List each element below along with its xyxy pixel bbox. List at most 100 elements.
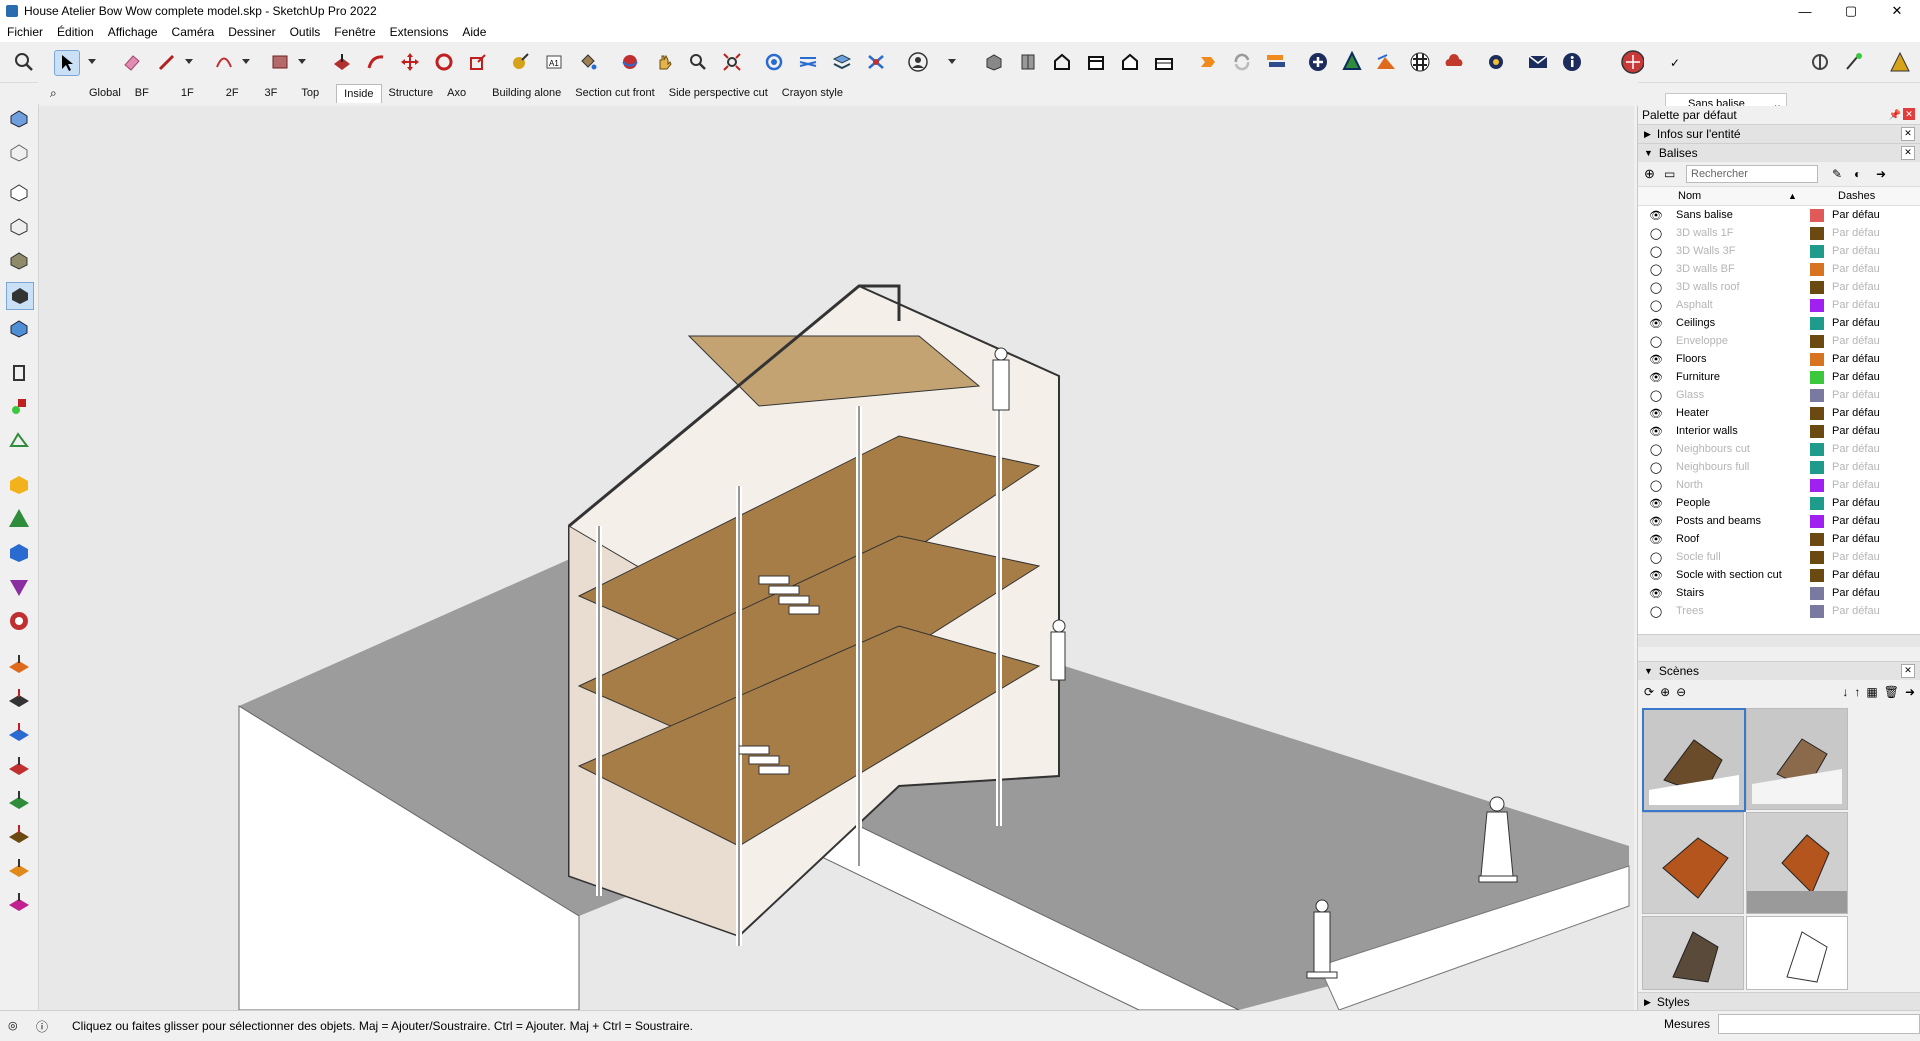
tag-color-swatch[interactable] (1810, 244, 1824, 258)
mail-icon[interactable] (1526, 50, 1550, 74)
tag-dash-style[interactable]: Par défaut (1832, 209, 1880, 221)
pin-icon[interactable]: 📌 (1889, 110, 1901, 121)
drape-icon[interactable] (6, 788, 32, 814)
chevron-down-icon[interactable] (946, 50, 958, 74)
chevron-down-icon[interactable] (296, 50, 308, 74)
col-name[interactable]: Nom (1678, 190, 1788, 202)
solid-trim-icon[interactable] (6, 608, 32, 634)
orbit-icon[interactable] (618, 50, 642, 74)
house-front-icon[interactable] (1050, 50, 1074, 74)
eye-open-icon[interactable]: 👁 (1648, 569, 1664, 582)
tab-search-icon[interactable]: ⌕ (50, 86, 68, 101)
eye-open-icon[interactable]: 👁 (1648, 407, 1664, 420)
tag-row[interactable]: 👁 Stairs Par défaut (1638, 584, 1920, 602)
scene-thumbnail[interactable] (1642, 812, 1744, 914)
entity-info-panel-header[interactable]: ▶ Infos sur l'entité ✕ (1638, 124, 1920, 143)
zoom-icon[interactable] (686, 50, 710, 74)
tag-row[interactable]: 👁 Furniture Par défaut (1638, 368, 1920, 386)
info-icon[interactable] (1560, 50, 1584, 74)
model-viewport[interactable] (39, 106, 1634, 1010)
horizontal-scrollbar[interactable] (1638, 634, 1920, 647)
solar-icon[interactable] (1374, 50, 1398, 74)
move-icon[interactable] (398, 50, 422, 74)
tab-top[interactable]: Top (294, 84, 326, 102)
tag-row[interactable]: 👁 Floors Par défaut (1638, 350, 1920, 368)
tab-2f[interactable]: 2F (219, 84, 246, 102)
maximize-button[interactable]: ▢ (1828, 0, 1874, 22)
close-panel-icon[interactable]: ✕ (1901, 127, 1915, 141)
add-folder-icon[interactable]: ▭ (1664, 167, 1682, 181)
paint-bucket-icon[interactable] (576, 50, 600, 74)
tag-dash-style[interactable]: Par défaut (1832, 263, 1880, 275)
tag-row[interactable]: 👁 Roof Par défaut (1638, 530, 1920, 548)
view-options-icon[interactable]: ▦ (1866, 685, 1877, 699)
hidden-line-icon[interactable] (6, 180, 32, 206)
menu-affichage[interactable]: Affichage (101, 25, 165, 39)
tag-color-swatch[interactable] (1810, 334, 1824, 348)
sandbox-from-contours-icon[interactable] (6, 652, 32, 678)
move-scene-up-icon[interactable]: ↑ (1854, 685, 1860, 699)
add-scene-icon[interactable]: ⊕ (1660, 685, 1670, 699)
tags-panel-header[interactable]: ▼ Balises ✕ (1638, 143, 1920, 162)
tag-dash-style[interactable]: Par défaut (1832, 605, 1880, 617)
tag-dash-style[interactable]: Par défaut (1832, 515, 1880, 527)
tag-dash-style[interactable]: Par défaut (1832, 551, 1880, 563)
component-icon[interactable] (1016, 50, 1040, 74)
tag-color-swatch[interactable] (1810, 586, 1824, 600)
views-iso-icon[interactable] (762, 50, 786, 74)
textured-icon[interactable] (6, 248, 32, 274)
pencil-icon[interactable] (155, 50, 179, 74)
tag-color-swatch[interactable] (1810, 352, 1824, 366)
menu-dessiner[interactable]: Dessiner (221, 25, 282, 39)
tag-row[interactable]: 👁 Heater Par défaut (1638, 404, 1920, 422)
ruby-console-icon[interactable] (1620, 50, 1644, 74)
tag-dash-style[interactable]: Par défaut (1832, 407, 1880, 419)
tab-3f[interactable]: 3F (258, 84, 285, 102)
stamp-icon[interactable] (6, 754, 32, 780)
menu-outils[interactable]: Outils (283, 25, 328, 39)
tag-row[interactable]: 👁 Interior walls Par défaut (1638, 422, 1920, 440)
menu-fichier[interactable]: Fichier (0, 25, 50, 39)
tag-dash-style[interactable]: Par défaut (1832, 389, 1880, 401)
eye-open-icon[interactable]: 👁 (1648, 587, 1664, 600)
close-panel-icon[interactable]: ✕ (1901, 146, 1915, 160)
geo-location-icon[interactable]: ◎ (8, 1019, 18, 1032)
eye-closed-icon[interactable]: ◯ (1648, 263, 1664, 276)
tag-row[interactable]: ◯ North Par défaut (1638, 476, 1920, 494)
delete-scene-icon[interactable]: 🗑 (1884, 685, 1899, 699)
tag-color-swatch[interactable] (1810, 262, 1824, 276)
scene-thumbnail[interactable] (1746, 812, 1848, 914)
scale-icon[interactable] (466, 50, 490, 74)
create-group-icon[interactable] (6, 506, 32, 532)
menu-edition[interactable]: Édition (50, 25, 101, 39)
push-pull-icon[interactable] (330, 50, 354, 74)
tag-row[interactable]: ◯ 3D walls roof Par défaut (1638, 278, 1920, 296)
tag-dash-style[interactable]: Par défaut (1832, 227, 1880, 239)
tag-row[interactable]: ◯ Enveloppe Par défaut (1638, 332, 1920, 350)
sandbox-from-scratch-icon[interactable] (6, 686, 32, 712)
tag-row[interactable]: ◯ Neighbours cut Par défaut (1638, 440, 1920, 458)
tag-color-swatch[interactable] (1810, 442, 1824, 456)
extension-warehouse-icon[interactable] (1196, 50, 1220, 74)
shaded-icon[interactable] (6, 214, 32, 240)
minimize-button[interactable]: — (1782, 0, 1828, 22)
eye-closed-icon[interactable]: ◯ (1648, 479, 1664, 492)
eye-open-icon[interactable]: 👁 (1648, 209, 1664, 222)
details-arrow-icon[interactable]: ➜ (1905, 685, 1915, 699)
tag-color-swatch[interactable] (1810, 280, 1824, 294)
tag-row[interactable]: 👁 People Par défaut (1638, 494, 1920, 512)
info-icon[interactable]: ⓘ (36, 1018, 48, 1035)
eye-closed-icon[interactable]: ◯ (1648, 443, 1664, 456)
rectangle-icon[interactable] (268, 50, 292, 74)
details-arrow-icon[interactable]: ➜ (1876, 167, 1894, 181)
smoove-icon[interactable] (6, 720, 32, 746)
tag-dash-style[interactable]: Par défaut (1832, 569, 1880, 581)
scene-thumbnail[interactable] (1746, 708, 1848, 810)
eye-open-icon[interactable]: 👁 (1648, 533, 1664, 546)
refresh-scene-icon[interactable]: ⟳ (1644, 685, 1654, 699)
tag-color-swatch[interactable] (1810, 316, 1824, 330)
tag-dash-style[interactable]: Par défaut (1832, 497, 1880, 509)
tag-row[interactable]: ◯ 3D walls BF Par défaut (1638, 260, 1920, 278)
tag-row[interactable]: ◯ Trees Par défaut (1638, 602, 1920, 620)
house-back-icon[interactable] (1152, 50, 1176, 74)
